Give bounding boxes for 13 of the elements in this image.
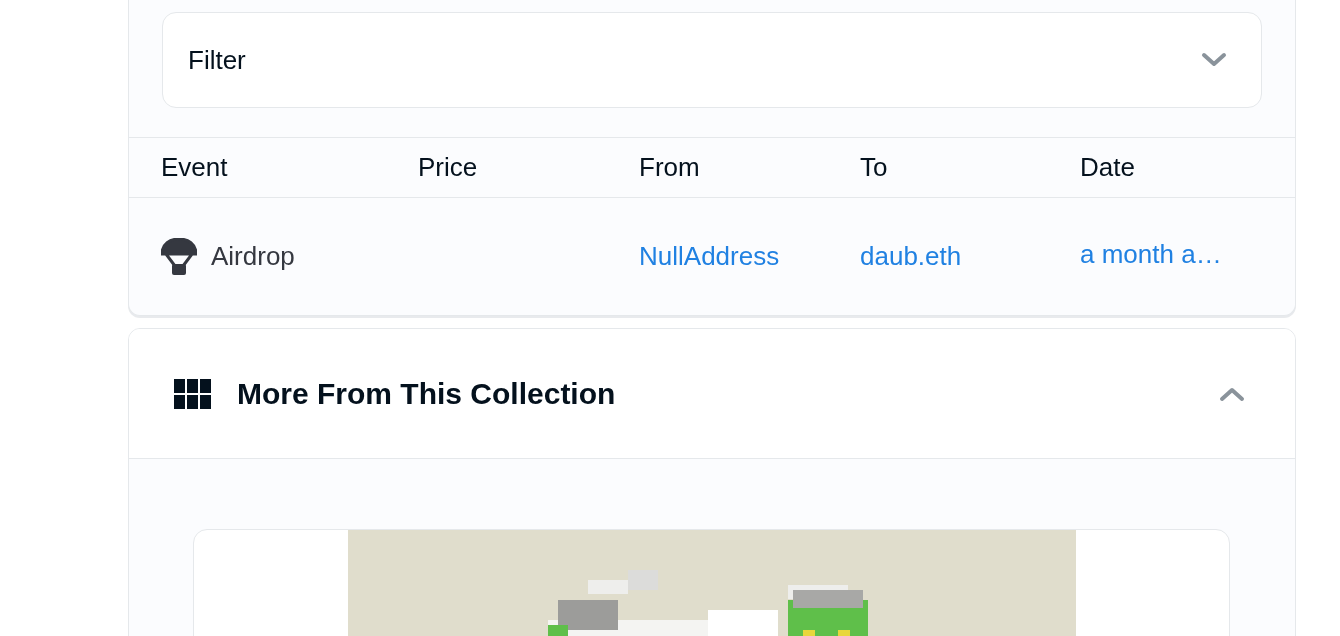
column-header: Date (1080, 152, 1136, 183)
to-link[interactable]: daub.eth (860, 241, 962, 272)
column-header: Event (161, 152, 229, 183)
event-cell: Airdrop (161, 237, 418, 276)
parachute-icon (161, 237, 197, 276)
collection-header[interactable]: More From This Collection (129, 329, 1295, 459)
filter-dropdown[interactable]: Filter (162, 12, 1262, 108)
from-link[interactable]: NullAddress (639, 241, 780, 272)
column-header: Price (418, 152, 479, 183)
column-header: From (639, 152, 701, 183)
column-header: To (860, 152, 889, 183)
date-link[interactable]: a month a… (1080, 239, 1222, 270)
grid-icon (174, 378, 212, 409)
